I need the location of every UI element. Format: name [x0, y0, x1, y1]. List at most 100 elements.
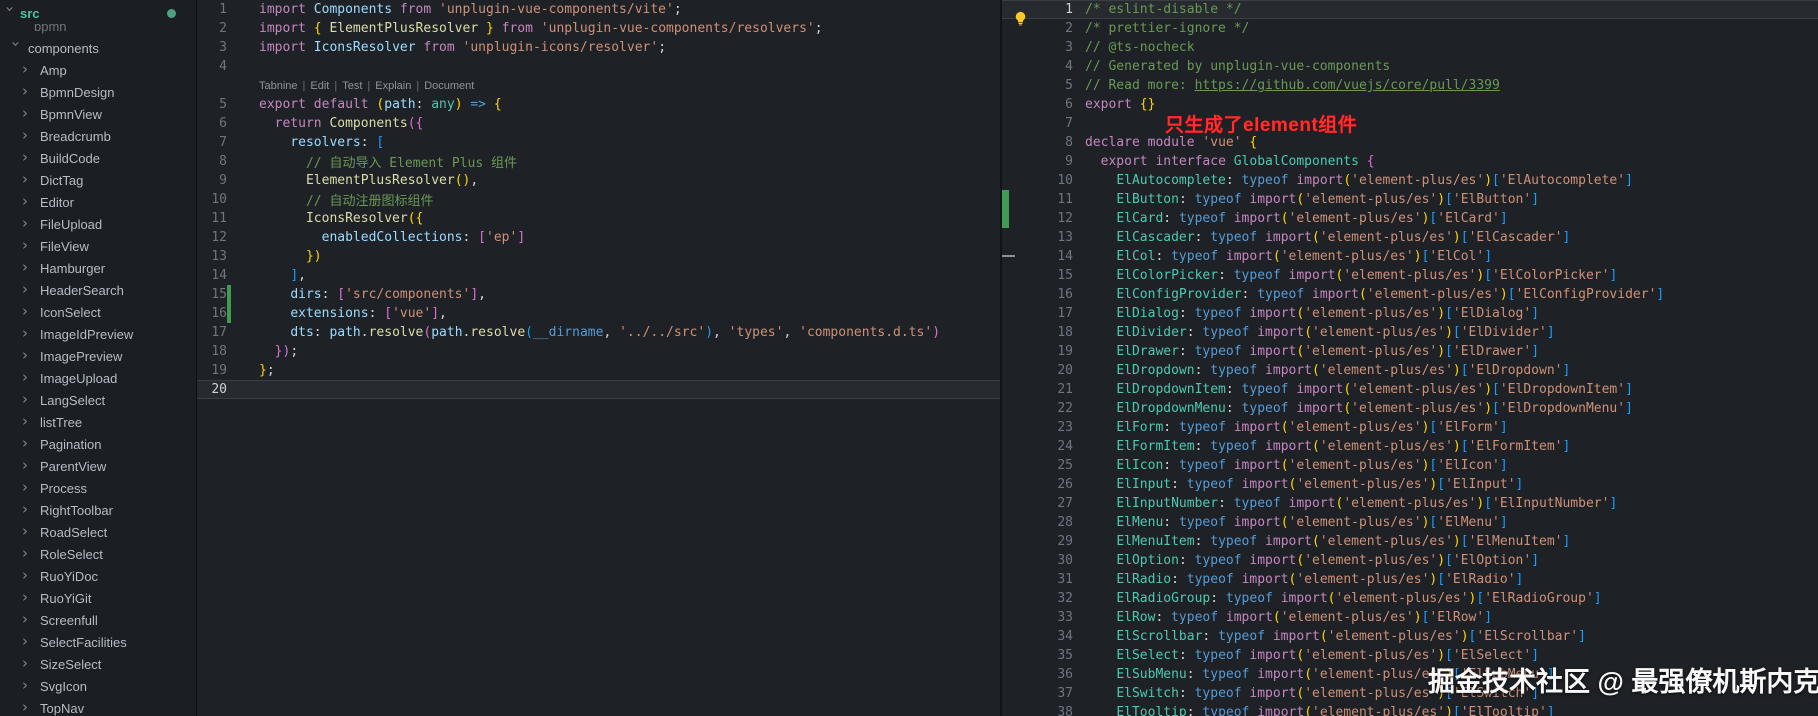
- code-token: .: [361, 325, 369, 340]
- code-line[interactable]: 4// Generated by unplugin-vue-components: [1002, 57, 1818, 76]
- sidebar-item-langselect[interactable]: ›LangSelect: [0, 389, 196, 411]
- code-line[interactable]: 25 ElIcon: typeof import('element-plus/e…: [1002, 456, 1818, 475]
- sidebar-item-imageidpreview[interactable]: ›ImageIdPreview: [0, 323, 196, 345]
- explorer-sidebar: › src › bpmn › components ›Amp›BpmnDesig…: [0, 0, 197, 716]
- sidebar-item-ruoyidoc[interactable]: ›RuoYiDoc: [0, 565, 196, 587]
- code-line[interactable]: 17 dts: path.resolve(path.resolve(__dirn…: [197, 323, 1000, 342]
- explorer-root-row[interactable]: › src: [0, 2, 196, 24]
- codelens-action-explain[interactable]: Explain: [375, 80, 411, 92]
- code-line[interactable]: 16 extensions: ['vue'],: [197, 304, 1000, 323]
- code-line[interactable]: 1import Components from 'unplugin-vue-co…: [197, 0, 1000, 19]
- code-line[interactable]: 10 // 自动注册图标组件: [197, 190, 1000, 209]
- sidebar-item-topnav[interactable]: ›TopNav: [0, 697, 196, 716]
- code-line[interactable]: 15 ElColorPicker: typeof import('element…: [1002, 266, 1818, 285]
- sidebar-item-editor[interactable]: ›Editor: [0, 191, 196, 213]
- sidebar-item-sizeselect[interactable]: ›SizeSelect: [0, 653, 196, 675]
- sidebar-item-breadcrumb[interactable]: ›Breadcrumb: [0, 125, 196, 147]
- code-line[interactable]: 7: [1002, 114, 1818, 133]
- code-line[interactable]: 11 IconsResolver({: [197, 209, 1000, 228]
- sidebar-item-buildcode[interactable]: ›BuildCode: [0, 147, 196, 169]
- sidebar-item-imageupload[interactable]: ›ImageUpload: [0, 367, 196, 389]
- code-line[interactable]: 7 resolvers: [: [197, 133, 1000, 152]
- sidebar-item-svgicon[interactable]: ›SvgIcon: [0, 675, 196, 697]
- sidebar-item-roadselect[interactable]: ›RoadSelect: [0, 521, 196, 543]
- codelens-action-edit[interactable]: Edit: [310, 80, 329, 92]
- code-line[interactable]: 4: [197, 57, 1000, 76]
- sidebar-item-listtree[interactable]: ›listTree: [0, 411, 196, 433]
- code-line[interactable]: 33 ElRow: typeof import('element-plus/es…: [1002, 608, 1818, 627]
- code-line[interactable]: 9 ElementPlusResolver(),: [197, 171, 1000, 190]
- code-line[interactable]: 5// Read more: https://github.com/vuejs/…: [1002, 76, 1818, 95]
- code-line[interactable]: 17 ElDialog: typeof import('element-plus…: [1002, 304, 1818, 323]
- code-line[interactable]: 29 ElMenuItem: typeof import('element-pl…: [1002, 532, 1818, 551]
- code-line[interactable]: 31 ElRadio: typeof import('element-plus/…: [1002, 570, 1818, 589]
- code-line[interactable]: 19};: [197, 361, 1000, 380]
- code-line[interactable]: 34 ElScrollbar: typeof import('element-p…: [1002, 627, 1818, 646]
- code-line[interactable]: 19 ElDrawer: typeof import('element-plus…: [1002, 342, 1818, 361]
- code-line[interactable]: 23 ElForm: typeof import('element-plus/e…: [1002, 418, 1818, 437]
- code-line[interactable]: 13 ElCascader: typeof import('element-pl…: [1002, 228, 1818, 247]
- code-line[interactable]: 9 export interface GlobalComponents {: [1002, 152, 1818, 171]
- line-number: 4: [197, 59, 227, 74]
- modified-dot-icon: [167, 9, 176, 18]
- code-line[interactable]: 18 });: [197, 342, 1000, 361]
- sidebar-item-dicttag[interactable]: ›DictTag: [0, 169, 196, 191]
- code-line[interactable]: 8 // 自动导入 Element Plus 组件: [197, 152, 1000, 171]
- code-line[interactable]: 13 }): [197, 247, 1000, 266]
- sidebar-item-fileupload[interactable]: ›FileUpload: [0, 213, 196, 235]
- code-line[interactable]: 32 ElRadioGroup: typeof import('element-…: [1002, 589, 1818, 608]
- code-line[interactable]: 21 ElDropdownItem: typeof import('elemen…: [1002, 380, 1818, 399]
- sidebar-item-parentview[interactable]: ›ParentView: [0, 455, 196, 477]
- code-line[interactable]: 11 ElButton: typeof import('element-plus…: [1002, 190, 1818, 209]
- code-line[interactable]: 26 ElInput: typeof import('element-plus/…: [1002, 475, 1818, 494]
- sidebar-item-screenfull[interactable]: ›Screenfull: [0, 609, 196, 631]
- code-line[interactable]: 12 ElCard: typeof import('element-plus/e…: [1002, 209, 1818, 228]
- sidebar-item-headersearch[interactable]: ›HeaderSearch: [0, 279, 196, 301]
- chevron-right-icon: ›: [22, 195, 34, 207]
- sidebar-item-clipped[interactable]: › bpmn: [0, 24, 196, 37]
- code-line[interactable]: 38 ElTooltip: typeof import('element-plu…: [1002, 703, 1818, 716]
- codelens-action-tabnine[interactable]: Tabnine: [259, 80, 298, 92]
- code-line[interactable]: 18 ElDivider: typeof import('element-plu…: [1002, 323, 1818, 342]
- sidebar-item-imagepreview[interactable]: ›ImagePreview: [0, 345, 196, 367]
- code-line[interactable]: 3// @ts-nocheck: [1002, 38, 1818, 57]
- code-line[interactable]: 22 ElDropdownMenu: typeof import('elemen…: [1002, 399, 1818, 418]
- code-line[interactable]: 6 return Components({: [197, 114, 1000, 133]
- sidebar-item-fileview[interactable]: ›FileView: [0, 235, 196, 257]
- code-line[interactable]: 20 ElDropdown: typeof import('element-pl…: [1002, 361, 1818, 380]
- code-line[interactable]: 12 enabledCollections: ['ep']: [197, 228, 1000, 247]
- code-line[interactable]: 10 ElAutocomplete: typeof import('elemen…: [1002, 171, 1818, 190]
- sidebar-item-righttoolbar[interactable]: ›RightToolbar: [0, 499, 196, 521]
- code-line[interactable]: 14 ],: [197, 266, 1000, 285]
- code-line[interactable]: 15 dirs: ['src/components'],: [197, 285, 1000, 304]
- code-line[interactable]: 20: [197, 380, 1000, 399]
- sidebar-item-bpmnview[interactable]: ›BpmnView: [0, 103, 196, 125]
- code-line[interactable]: 28 ElMenu: typeof import('element-plus/e…: [1002, 513, 1818, 532]
- sidebar-item-roleselect[interactable]: ›RoleSelect: [0, 543, 196, 565]
- code-line[interactable]: 16 ElConfigProvider: typeof import('elem…: [1002, 285, 1818, 304]
- sidebar-item-ruoyigit[interactable]: ›RuoYiGit: [0, 587, 196, 609]
- code-token: [1085, 439, 1116, 454]
- codelens-action-test[interactable]: Test: [342, 80, 362, 92]
- sidebar-item-iconselect[interactable]: ›IconSelect: [0, 301, 196, 323]
- code-line[interactable]: 8declare module 'vue' {: [1002, 133, 1818, 152]
- sidebar-item-bpmndesign[interactable]: ›BpmnDesign: [0, 81, 196, 103]
- code-line[interactable]: 2import { ElementPlusResolver } from 'un…: [197, 19, 1000, 38]
- code-line[interactable]: 30 ElOption: typeof import('element-plus…: [1002, 551, 1818, 570]
- sidebar-folder-components[interactable]: › components: [0, 37, 196, 59]
- code-line[interactable]: 14 ElCol: typeof import('element-plus/es…: [1002, 247, 1818, 266]
- code-line[interactable]: 24 ElFormItem: typeof import('element-pl…: [1002, 437, 1818, 456]
- code-line[interactable]: 6export {}: [1002, 95, 1818, 114]
- sidebar-item-amp[interactable]: ›Amp: [0, 59, 196, 81]
- codelens-action-document[interactable]: Document: [424, 80, 474, 92]
- code-line[interactable]: 5export default (path: any) => {: [197, 95, 1000, 114]
- gutter-spacer: [1002, 171, 1009, 190]
- code-line[interactable]: 27 ElInputNumber: typeof import('element…: [1002, 494, 1818, 513]
- code-line[interactable]: 1/* eslint-disable */: [1002, 0, 1818, 19]
- code-line[interactable]: 3import IconsResolver from 'unplugin-ico…: [197, 38, 1000, 57]
- sidebar-item-hamburger[interactable]: ›Hamburger: [0, 257, 196, 279]
- sidebar-item-selectfacilities[interactable]: ›SelectFacilities: [0, 631, 196, 653]
- code-line[interactable]: 2/* prettier-ignore */: [1002, 19, 1818, 38]
- sidebar-item-pagination[interactable]: ›Pagination: [0, 433, 196, 455]
- sidebar-item-process[interactable]: ›Process: [0, 477, 196, 499]
